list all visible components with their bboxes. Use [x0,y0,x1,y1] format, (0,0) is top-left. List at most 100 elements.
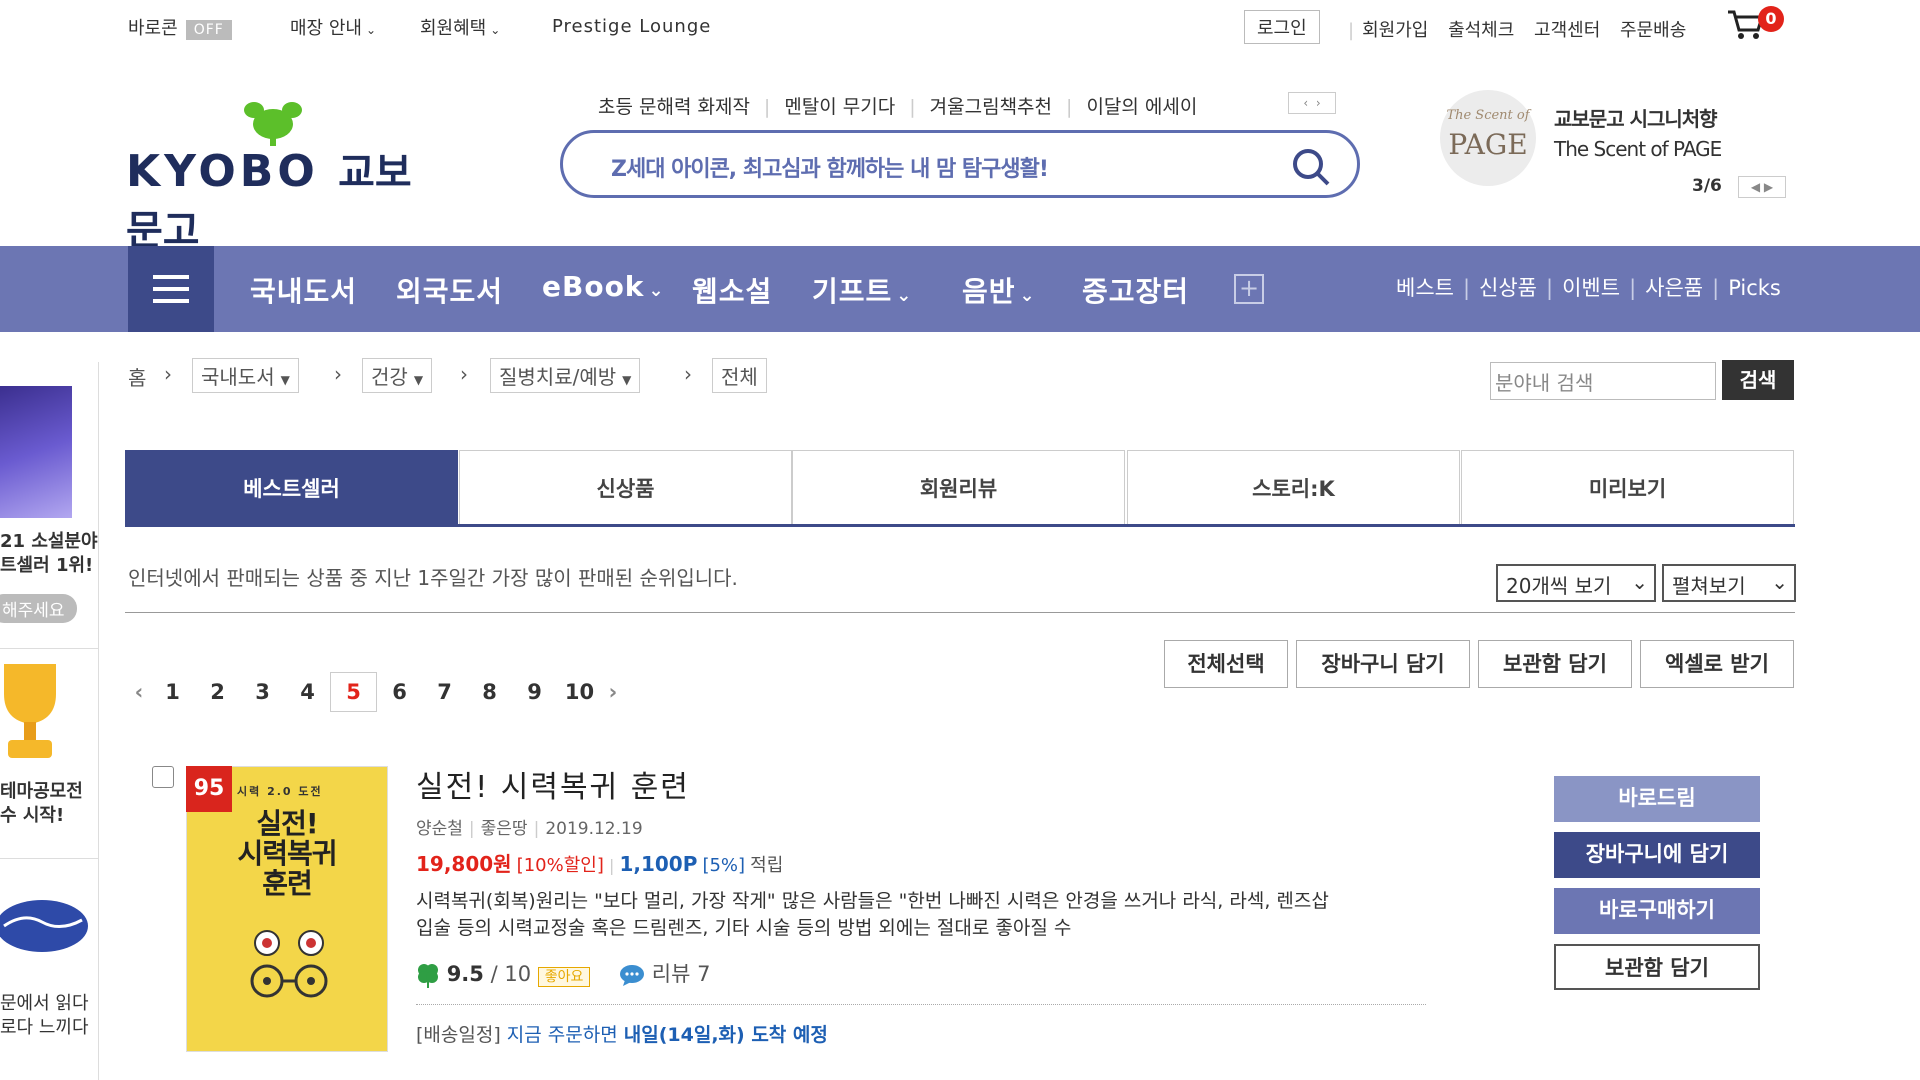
add-to-wishlist-bulk-button[interactable]: 보관함 담기 [1478,640,1632,688]
page-6[interactable]: 6 [377,680,422,704]
export-excel-button[interactable]: 엑셀로 받기 [1640,640,1794,688]
nav-ebook[interactable]: eBook ⌄ [542,270,665,303]
page-10[interactable]: 10 [557,680,602,704]
hot-keyword-3[interactable]: 겨울그림책추천 [930,96,1052,118]
tab-preview[interactable]: 미리보기 [1461,450,1794,526]
tab-member-review[interactable]: 회원리뷰 [792,450,1125,526]
customer-center-link[interactable]: 고객센터 [1534,20,1600,41]
breadcrumb-home[interactable]: 홈 [128,366,146,390]
barocon-toggle[interactable]: 바로콘 OFF [128,14,232,40]
breadcrumb-level4[interactable]: 전체 [712,358,767,393]
separator: | [1348,20,1355,41]
product-points-label: 적립 [750,855,784,876]
select-all-button[interactable]: 전체선택 [1164,640,1288,688]
barocon-state-badge[interactable]: OFF [185,20,232,40]
prev-page-icon[interactable]: ‹ [128,680,150,704]
nav-web-novel[interactable]: 웹소설 [692,270,772,310]
add-to-wishlist-button[interactable]: 보관함 담기 [1554,944,1760,990]
category-search-button[interactable]: 검색 [1722,360,1794,400]
cart-button[interactable]: 0 [1726,6,1786,44]
main-search-box[interactable]: Z세대 아이콘, 최고심과 함께하는 내 맘 탐구생활! [560,130,1360,198]
buy-now-button[interactable]: 바로구매하기 [1554,888,1760,934]
add-to-cart-bulk-button[interactable]: 장바구니 담기 [1296,640,1470,688]
cover-series: 시력 2.0 도전 [237,785,323,798]
next-icon[interactable]: ▶ [1764,180,1773,194]
delivery-info: [배송일정] 지금 주문하면 내일(14일,화) 도착 예정 [416,1020,828,1047]
nav-picks[interactable]: Picks [1728,276,1781,300]
prev-icon[interactable]: ◀ [1751,180,1760,194]
side-banner1-button[interactable]: 해주세요 [0,594,77,623]
signup-link[interactable]: 회원가입 [1362,20,1428,41]
tab-story-k[interactable]: 스토리:K [1127,450,1460,526]
novel-book-image[interactable] [0,386,72,518]
login-button[interactable]: 로그인 [1244,10,1320,44]
review-link[interactable]: 리뷰 7 [619,962,710,986]
store-info-menu[interactable]: 매장 안내 ⌄ [290,14,376,40]
per-page-select[interactable]: 20개씩 보기 ⌄ [1496,564,1656,602]
breadcrumb-arrow-icon: › [164,362,172,386]
tab-underline [125,524,1795,527]
tab-new[interactable]: 신상품 [459,450,792,526]
nav-new[interactable]: 신상품 [1479,276,1537,300]
view-mode-select[interactable]: 펼쳐보기 ⌄ [1662,564,1796,602]
page-3[interactable]: 3 [240,680,285,704]
member-benefits-menu[interactable]: 회원혜택 ⌄ [420,14,500,40]
product-author[interactable]: 양순철 [416,819,463,839]
breadcrumb-level1-select[interactable]: 국내도서 ▼ [192,358,299,393]
divider [0,648,98,649]
nav-foreign-books[interactable]: 외국도서 [396,270,503,310]
barodrim-button[interactable]: 바로드림 [1554,776,1760,822]
all-category-button[interactable] [128,246,214,332]
kyobo-logo[interactable]: KYOBO 교보문고 [126,96,446,254]
nav-event[interactable]: 이벤트 [1562,276,1620,300]
plus-icon[interactable]: + [1234,274,1264,304]
product-checkbox[interactable] [152,766,174,788]
top-util-links: | 회원가입 출석체크 고객센터 주문배송 [1340,16,1686,42]
next-page-icon[interactable]: › [602,680,624,704]
chevron-down-icon: ⌄ [1771,570,1788,594]
hot-keyword-4[interactable]: 이달의 에세이 [1086,96,1197,118]
list-description: 인터넷에서 판매되는 상품 중 지난 1주일간 가장 많이 판매된 순위입니다. [128,566,738,590]
search-input[interactable]: Z세대 아이콘, 최고심과 함께하는 내 맘 탐구생활! [611,151,1049,183]
prestige-lounge-link[interactable]: Prestige Lounge [552,16,711,37]
category-search-input[interactable]: 분야내 검색 [1490,362,1716,400]
search-icon[interactable] [1291,147,1331,187]
breadcrumb-level3-select[interactable]: 질병치료/예방 ▼ [490,358,641,393]
caret-down-icon: ▼ [280,373,290,387]
divider [0,858,98,859]
order-delivery-link[interactable]: 주문배송 [1620,20,1686,41]
prev-icon[interactable]: ‹ [1303,96,1308,110]
product-publisher[interactable]: 좋은땅 [481,819,528,839]
nav-used-market[interactable]: 중고장터 [1082,270,1189,310]
next-icon[interactable]: › [1316,96,1321,110]
page-4[interactable]: 4 [285,680,330,704]
breadcrumb-level2-select[interactable]: 건강 ▼ [362,358,433,393]
hot-keyword-2[interactable]: 멘탈이 무기다 [784,96,895,118]
page-5[interactable]: 5 [330,672,377,712]
add-to-cart-button[interactable]: 장바구니에 담기 [1554,832,1760,878]
product-points: 1,100P [619,852,698,876]
hot-keyword-1[interactable]: 초등 문해력 화제작 [598,96,750,118]
nav-music[interactable]: 음반 ⌄ [962,270,1036,310]
breadcrumb-arrow-icon: › [334,362,342,386]
page-9[interactable]: 9 [512,680,557,704]
page-7[interactable]: 7 [422,680,467,704]
reading-banner-image[interactable] [0,892,90,962]
nav-gifts[interactable]: 사은품 [1645,276,1703,300]
nav-gift[interactable]: 기프트 ⌄ [812,270,912,310]
page-1[interactable]: 1 [150,680,195,704]
product-title[interactable]: 실전! 시력복귀 훈련 [416,762,690,806]
nav-domestic-books[interactable]: 국내도서 [250,270,357,310]
tab-bestseller[interactable]: 베스트셀러 [125,450,458,526]
trophy-icon[interactable] [0,660,66,770]
hot-keywords: 초등 문해력 화제작 | 멘탈이 무기다 | 겨울그림책추천 | 이달의 에세이 [598,96,1198,118]
hot-keyword-pager[interactable]: ‹ › [1288,92,1336,114]
page-8[interactable]: 8 [467,680,512,704]
attendance-link[interactable]: 출석체크 [1448,20,1514,41]
chevron-down-icon: ⌄ [896,285,913,306]
nav-best[interactable]: 베스트 [1396,276,1454,300]
page-ad-text: 교보문고 시그니처향 The Scent of PAGE [1554,107,1722,161]
header-ad-banner[interactable]: The Scent of PAGE 교보문고 시그니처향 The Scent o… [1440,88,1800,198]
page-2[interactable]: 2 [195,680,240,704]
ad-pager[interactable]: ◀ ▶ [1738,176,1786,198]
